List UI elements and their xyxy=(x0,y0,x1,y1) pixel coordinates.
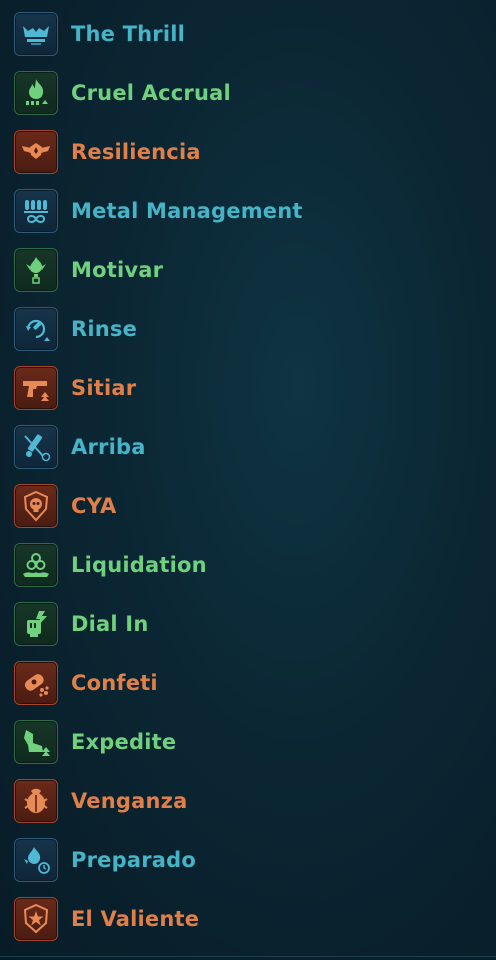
biohazard-icon xyxy=(14,542,58,587)
star-badge-icon xyxy=(14,896,58,941)
perk-label: Liquidation xyxy=(71,552,207,577)
perk-label: Venganza xyxy=(71,788,188,813)
perk-row-the-thrill[interactable]: The Thrill xyxy=(0,4,496,63)
perk-label: Expedite xyxy=(71,729,177,754)
perk-label: The Thrill xyxy=(71,21,186,46)
perk-row-liquidation[interactable]: Liquidation xyxy=(0,535,496,594)
perk-row-dial-in[interactable]: Dial In xyxy=(0,594,496,653)
flame-stacks-icon xyxy=(14,70,58,115)
refresh-syringe-icon xyxy=(14,306,58,351)
perk-row-sitiar[interactable]: Sitiar xyxy=(0,358,496,417)
perk-row-motivar[interactable]: Motivar xyxy=(0,240,496,299)
perk-list: The Thrill Cruel Accrual Resiliencia Met… xyxy=(0,0,496,960)
perk-label: Arriba xyxy=(71,434,146,459)
perk-row-preparado[interactable]: Preparado xyxy=(0,830,496,889)
perk-label: Resiliencia xyxy=(71,139,201,164)
crossed-syringe-icon xyxy=(14,424,58,469)
perk-row-cya[interactable]: CYA xyxy=(0,476,496,535)
perk-label: Rinse xyxy=(71,316,138,341)
perk-row-arriba[interactable]: Arriba xyxy=(0,417,496,476)
thrill-icon xyxy=(14,11,58,56)
boot-icon xyxy=(14,719,58,764)
perk-row-venganza[interactable]: Venganza xyxy=(0,771,496,830)
divider xyxy=(0,956,496,957)
perk-label: Motivar xyxy=(71,257,164,282)
perk-row-expedite[interactable]: Expedite xyxy=(0,712,496,771)
perk-row-confeti[interactable]: Confeti xyxy=(0,653,496,712)
fist-icon xyxy=(14,601,58,646)
perk-label: Dial In xyxy=(71,611,149,636)
perk-label: Cruel Accrual xyxy=(71,80,231,105)
grenade-icon xyxy=(14,660,58,705)
perk-row-el-valiente[interactable]: El Valiente xyxy=(0,889,496,948)
flame-person-icon xyxy=(14,247,58,292)
flame-timer-icon xyxy=(14,837,58,882)
perk-label: Confeti xyxy=(71,670,158,695)
perk-row-cruel-accrual[interactable]: Cruel Accrual xyxy=(0,63,496,122)
perk-label: Sitiar xyxy=(71,375,137,400)
skull-shield-icon xyxy=(14,483,58,528)
perk-label: El Valiente xyxy=(71,906,200,931)
ammo-icon xyxy=(14,188,58,233)
perk-row-resiliencia[interactable]: Resiliencia xyxy=(0,122,496,181)
perk-label: Metal Management xyxy=(71,198,303,223)
perk-label: Preparado xyxy=(71,847,196,872)
perk-row-rinse[interactable]: Rinse xyxy=(0,299,496,358)
winged-badge-icon xyxy=(14,129,58,174)
pistol-icon xyxy=(14,365,58,410)
scarab-icon xyxy=(14,778,58,823)
perk-row-metal-management[interactable]: Metal Management xyxy=(0,181,496,240)
perk-label: CYA xyxy=(71,493,117,518)
